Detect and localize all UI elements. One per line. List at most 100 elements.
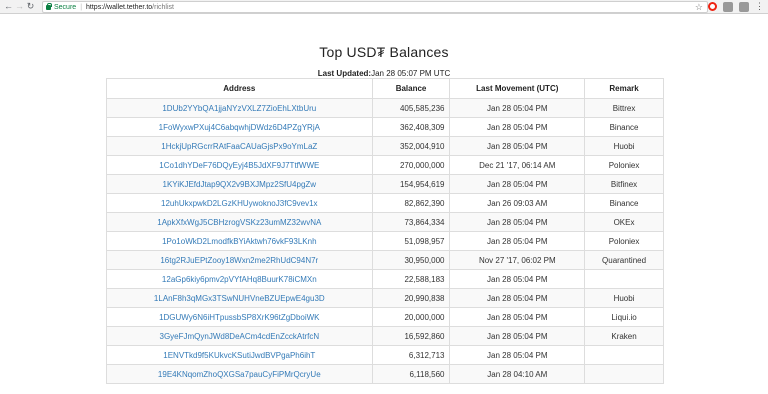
address-link[interactable]: 1LAnF8h3qMGx3TSwNUHVneBZUEpwE4gu3D: [154, 294, 325, 303]
address-bar[interactable]: Secure | https://wallet.tether.to /richl…: [42, 1, 708, 13]
address-link[interactable]: 19E4KNqomZhoQXGSa7pauCyFiPMrQcryUe: [158, 370, 321, 379]
address-cell: 16tg2RJuEPtZooy18Wxn2me2RhUdC94N7r: [106, 250, 373, 270]
back-arrow-icon[interactable]: ←: [3, 1, 14, 12]
table-row: 1ENVTkd9f5KUkvcKSutiJwdBVPgaPh6ihT 6,312,…: [106, 345, 664, 365]
address-cell: 1KYiKJEfdJtap9QX2v9BXJMpz2SfU4pgZw: [106, 174, 373, 194]
address-cell: 1Co1dhYDeF76DQyEyj4B5JdXF9J7TtfWWE: [106, 155, 373, 175]
column-header-balance: Balance: [371, 78, 451, 99]
browser-toolbar: ← → ↻ Secure | https://wallet.tether.to …: [0, 0, 768, 14]
remark-cell: Poloniex: [584, 231, 664, 251]
table-row: 1DGUWy6N6iHTpussbSP8XrK96tZgDboiWK 20,000…: [106, 307, 664, 327]
opera-icon[interactable]: [708, 2, 717, 11]
remark-cell: Huobi: [584, 288, 664, 308]
balance-cell: 20,000,000: [371, 307, 451, 327]
column-header-address: Address: [106, 78, 373, 99]
menu-dots-icon[interactable]: ⋮: [755, 1, 764, 12]
balance-cell: 270,000,000: [371, 155, 451, 175]
remark-cell: Bittrex: [584, 98, 664, 118]
last-movement-cell: Jan 28 05:04 PM: [449, 136, 586, 156]
table-row: 3GyeFJmQynJWd8DeACm4cdEnZcckAtrfcN 16,592…: [106, 326, 664, 346]
last-movement-cell: Jan 28 05:04 PM: [449, 231, 586, 251]
remark-cell: Huobi: [584, 136, 664, 156]
address-link[interactable]: 16tg2RJuEPtZooy18Wxn2me2RhUdC94N7r: [160, 256, 318, 265]
remark-cell: Binance: [584, 117, 664, 137]
remark-cell: Liqui.io: [584, 307, 664, 327]
table-row: 19E4KNqomZhoQXGSa7pauCyFiPMrQcryUe 6,118,…: [106, 364, 664, 384]
extension-icon[interactable]: [723, 1, 733, 12]
table-row: 16tg2RJuEPtZooy18Wxn2me2RhUdC94N7r 30,950…: [106, 250, 664, 270]
last-movement-cell: Jan 26 09:03 AM: [449, 193, 586, 213]
address-cell: 12aGp6kiy6pmv2pVYfAHq8BuurK78iCMXn: [106, 269, 373, 289]
table-row: 1KYiKJEfdJtap9QX2v9BXJMpz2SfU4pgZw 154,95…: [106, 174, 664, 194]
last-movement-cell: Jan 28 05:04 PM: [449, 307, 586, 327]
last-updated-label: Last Updated:: [317, 69, 372, 78]
address-link[interactable]: 1DGUWy6N6iHTpussbSP8XrK96tZgDboiWK: [159, 313, 319, 322]
balance-cell: 82,862,390: [371, 193, 451, 213]
balance-cell: 20,990,838: [371, 288, 451, 308]
richlist-table: Address Balance Last Movement (UTC) Rema…: [106, 78, 664, 384]
remark-cell: [584, 364, 664, 384]
table-row: 1ApkXfxWgJ5CBHzrogVSKz23umMZ32wvNA 73,864…: [106, 212, 664, 232]
last-movement-cell: Jan 28 05:04 PM: [449, 326, 586, 346]
address-link[interactable]: 1ENVTkd9f5KUkvcKSutiJwdBVPgaPh6ihT: [163, 351, 315, 360]
address-link[interactable]: 1KYiKJEfdJtap9QX2v9BXJMpz2SfU4pgZw: [163, 180, 317, 189]
address-cell: 1FoWyxwPXuj4C6abqwhjDWdz6D4PZgYRjA: [106, 117, 373, 137]
extension-g-icon[interactable]: [739, 1, 749, 12]
address-link[interactable]: 1HckjUpRGcrrRAtFaaCAUaGjsPx9oYmLaZ: [161, 142, 317, 151]
remark-cell: Binance: [584, 193, 664, 213]
table-row: 1LAnF8h3qMGx3TSwNUHVneBZUEpwE4gu3D 20,990…: [106, 288, 664, 308]
page-content: Top USD₮ Balances Last Updated:Jan 28 05…: [0, 44, 768, 78]
lock-icon: [46, 2, 52, 10]
address-cell: 19E4KNqomZhoQXGSa7pauCyFiPMrQcryUe: [106, 364, 373, 384]
table-row: 1DUb2YYbQA1jjaNYzVXLZ7ZioEhLXtbUru 405,58…: [106, 98, 664, 118]
balance-cell: 405,585,236: [371, 98, 451, 118]
address-link[interactable]: 1FoWyxwPXuj4C6abqwhjDWdz6D4PZgYRjA: [159, 123, 320, 132]
address-link[interactable]: 1ApkXfxWgJ5CBHzrogVSKz23umMZ32wvNA: [157, 218, 321, 227]
last-movement-cell: Dec 21 '17, 06:14 AM: [449, 155, 586, 175]
remark-cell: Bitfinex: [584, 174, 664, 194]
last-movement-cell: Jan 28 04:10 AM: [449, 364, 586, 384]
address-link[interactable]: 3GyeFJmQynJWd8DeACm4cdEnZcckAtrfcN: [160, 332, 320, 341]
table-row: 1FoWyxwPXuj4C6abqwhjDWdz6D4PZgYRjA 362,40…: [106, 117, 664, 137]
last-movement-cell: Jan 28 05:04 PM: [449, 117, 586, 137]
column-header-last-movement: Last Movement (UTC): [449, 78, 586, 99]
address-cell: 1DGUWy6N6iHTpussbSP8XrK96tZgDboiWK: [106, 307, 373, 327]
address-cell: 12uhUkxpwkD2LGzKHUywoknoJ3fC9vev1x: [106, 193, 373, 213]
address-cell: 1ENVTkd9f5KUkvcKSutiJwdBVPgaPh6ihT: [106, 345, 373, 365]
forward-arrow-icon[interactable]: →: [14, 1, 25, 12]
last-movement-cell: Jan 28 05:04 PM: [449, 174, 586, 194]
table-row: 1Co1dhYDeF76DQyEyj4B5JdXF9J7TtfWWE 270,00…: [106, 155, 664, 175]
balance-cell: 352,004,910: [371, 136, 451, 156]
address-cell: 1LAnF8h3qMGx3TSwNUHVneBZUEpwE4gu3D: [106, 288, 373, 308]
secure-label: Secure: [54, 3, 77, 11]
address-link[interactable]: 12aGp6kiy6pmv2pVYfAHq8BuurK78iCMXn: [162, 275, 317, 284]
balance-cell: 16,592,860: [371, 326, 451, 346]
balance-cell: 6,312,713: [371, 345, 451, 365]
address-link[interactable]: 12uhUkxpwkD2LGzKHUywoknoJ3fC9vev1x: [161, 199, 318, 208]
last-movement-cell: Jan 28 05:04 PM: [449, 98, 586, 118]
address-cell: 3GyeFJmQynJWd8DeACm4cdEnZcckAtrfcN: [106, 326, 373, 346]
address-cell: 1Po1oWkD2LmodfkBYiAktwh76vkF93LKnh: [106, 231, 373, 251]
balance-cell: 22,588,183: [371, 269, 451, 289]
remark-cell: Poloniex: [584, 155, 664, 175]
last-movement-cell: Jan 28 05:04 PM: [449, 269, 586, 289]
bookmark-star-icon[interactable]: ☆: [695, 2, 703, 13]
last-movement-cell: Jan 28 05:04 PM: [449, 345, 586, 365]
remark-cell: Quarantined: [584, 250, 664, 270]
column-header-remark: Remark: [584, 78, 664, 99]
address-link[interactable]: 1DUb2YYbQA1jjaNYzVXLZ7ZioEhLXtbUru: [162, 104, 316, 113]
last-movement-cell: Jan 28 05:04 PM: [449, 212, 586, 232]
url-separator: |: [80, 3, 83, 11]
table-row: 12uhUkxpwkD2LGzKHUywoknoJ3fC9vev1x 82,862…: [106, 193, 664, 213]
last-movement-cell: Jan 28 05:04 PM: [449, 288, 586, 308]
address-cell: 1DUb2YYbQA1jjaNYzVXLZ7ZioEhLXtbUru: [106, 98, 373, 118]
last-movement-cell: Nov 27 '17, 06:02 PM: [449, 250, 586, 270]
balance-cell: 51,098,957: [371, 231, 451, 251]
address-link[interactable]: 1Po1oWkD2LmodfkBYiAktwh76vkF93LKnh: [162, 237, 316, 246]
reload-icon[interactable]: ↻: [25, 1, 36, 12]
balance-cell: 362,408,309: [371, 117, 451, 137]
remark-cell: OKEx: [584, 212, 664, 232]
last-updated: Last Updated:Jan 28 05:07 PM UTC: [0, 69, 768, 78]
address-link[interactable]: 1Co1dhYDeF76DQyEyj4B5JdXF9J7TtfWWE: [159, 161, 319, 170]
balance-cell: 73,864,334: [371, 212, 451, 232]
